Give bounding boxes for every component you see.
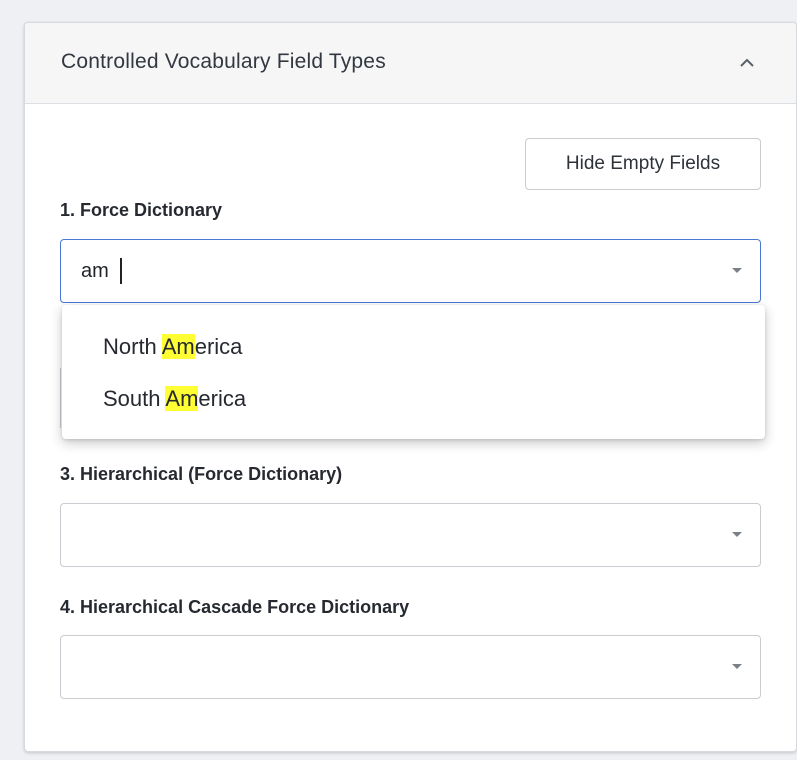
option-south-america[interactable]: South America [103, 386, 246, 412]
chevron-down-icon[interactable] [732, 664, 742, 669]
chevron-down-icon[interactable] [732, 532, 742, 537]
hide-empty-fields-button[interactable]: Hide Empty Fields [525, 138, 761, 190]
option-text-prefix: North [103, 334, 162, 359]
search-input-value[interactable]: am [81, 260, 109, 283]
field-label-hierarchical: 3. Hierarchical (Force Dictionary) [60, 464, 343, 484]
match-highlight: Am [165, 386, 199, 411]
autocomplete-dropdown[interactable]: North America South America [62, 305, 765, 439]
collapse-button[interactable] [732, 48, 762, 78]
panel-title: Controlled Vocabulary Field Types [61, 50, 386, 73]
hierarchical-select[interactable] [60, 503, 761, 567]
field-label-hierarchical-cascade: 4. Hierarchical Cascade Force Dictionary [60, 597, 410, 617]
option-north-america[interactable]: North America [103, 334, 242, 360]
force-dictionary-select[interactable]: am [60, 239, 761, 303]
chevron-down-icon[interactable] [732, 268, 742, 273]
text-caret [120, 258, 122, 284]
hierarchical-cascade-select[interactable] [60, 635, 761, 699]
match-highlight: Am [161, 334, 195, 359]
panel-header[interactable]: Controlled Vocabulary Field Types [25, 23, 796, 104]
option-text-prefix: South [103, 386, 166, 411]
left-gutter [0, 0, 10, 760]
controlled-vocabulary-panel: Controlled Vocabulary Field Types Hide E… [24, 22, 797, 752]
option-text-suffix: erica [198, 386, 247, 411]
option-text-suffix: erica [194, 334, 243, 359]
field-label-force-dictionary: 1. Force Dictionary [60, 200, 223, 220]
chevron-up-icon [740, 58, 754, 67]
